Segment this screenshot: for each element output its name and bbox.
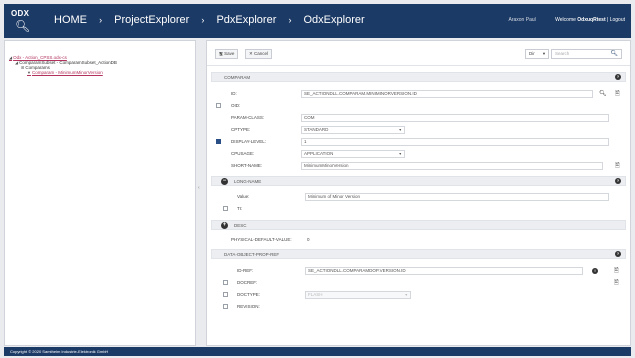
search-input[interactable]: Search 🔍︎ bbox=[551, 49, 622, 59]
edit-icon[interactable]: 🖹︎ bbox=[614, 268, 619, 274]
doctype-checkbox[interactable] bbox=[223, 292, 228, 297]
display-level-field[interactable]: 1 bbox=[301, 138, 609, 146]
breadcrumb-project-explorer[interactable]: ProjectExplorer bbox=[114, 14, 189, 26]
physical-default-value: 0 bbox=[307, 237, 310, 242]
cpusage-label: CPUSAGE: bbox=[231, 151, 255, 156]
long-name-value-label: Value: bbox=[237, 194, 250, 199]
docref-label: DOCREF: bbox=[237, 280, 258, 285]
edit-icon[interactable]: 🖹︎ bbox=[614, 280, 619, 286]
app-logo[interactable]: ODX 🔍︎ bbox=[11, 9, 33, 35]
ti-checkbox[interactable] bbox=[223, 206, 228, 211]
tree-item-label: Comparam - MinimumMinorVersion bbox=[31, 70, 103, 75]
welcome-user: OdxuqRtest bbox=[577, 17, 606, 23]
search-icon[interactable]: 🔍︎ bbox=[610, 50, 618, 58]
physical-default-value-label: PHYSICAL-DEFAULT-VALUE: bbox=[231, 237, 292, 242]
short-name-field[interactable]: MinimumMinorVersion bbox=[301, 162, 603, 170]
add-icon[interactable]: + bbox=[221, 222, 228, 229]
footer: Copyright © 2020 Samtheim Industrie-Elek… bbox=[4, 347, 631, 356]
details-panel: 🖫︎ Save ✕ Cancel Dir ▼ Search 🔍︎ COMPARA… bbox=[206, 40, 631, 346]
panel-splitter[interactable]: ‹ bbox=[197, 40, 205, 346]
revision-label: REVISION: bbox=[237, 304, 260, 309]
edit-icon[interactable]: 🖹︎ bbox=[615, 163, 620, 169]
id-label: ID: bbox=[231, 91, 237, 96]
odx-explorer-page: ODX 🔍︎ HOME › ProjectExplorer › PdxExplo… bbox=[0, 0, 635, 358]
oid-checkbox[interactable] bbox=[216, 103, 221, 108]
username: Araxon Paul bbox=[508, 17, 536, 23]
remove-icon[interactable]: − bbox=[221, 178, 228, 185]
desc-section-header[interactable]: + DESC bbox=[211, 220, 626, 230]
cpusage-value: APPLICATION bbox=[304, 151, 334, 156]
doctype-select[interactable]: FLASH ▼ bbox=[305, 291, 411, 299]
display-level-checkbox[interactable] bbox=[216, 139, 221, 144]
short-name-label: SHORT-NAME: bbox=[231, 163, 263, 168]
cancel-button[interactable]: ✕ Cancel bbox=[245, 49, 273, 59]
help-icon[interactable]: ? bbox=[615, 74, 621, 80]
id-ref-label: ID-REF: bbox=[237, 268, 254, 273]
chevron-left-icon[interactable]: ‹ bbox=[198, 185, 200, 191]
breadcrumb-odx-explorer[interactable]: OdxExplorer bbox=[304, 14, 365, 26]
breadcrumb-separator-icon: › bbox=[201, 15, 205, 25]
filter-select-value: Dir bbox=[529, 51, 535, 56]
breadcrumb-separator-icon: › bbox=[288, 15, 292, 25]
section-title: DESC bbox=[234, 223, 247, 228]
top-header: ODX 🔍︎ HOME › ProjectExplorer › PdxExplo… bbox=[4, 4, 631, 38]
display-level-label: DISPLAY-LEVEL: bbox=[231, 139, 267, 144]
revision-checkbox[interactable] bbox=[223, 304, 228, 309]
cptype-label: CPTYPE: bbox=[231, 127, 251, 132]
data-object-prop-ref-section-header[interactable]: DATA-OBJECT-PROP-REF ? bbox=[211, 249, 626, 259]
long-name-section-header[interactable]: − LONG-NAME ? bbox=[211, 176, 626, 186]
search-icon[interactable]: 🔍︎ bbox=[599, 91, 607, 97]
chevron-down-icon: ▼ bbox=[398, 128, 402, 132]
expand-twisty-icon[interactable]: ⊞ bbox=[21, 65, 24, 70]
ti-label: TI: bbox=[237, 206, 243, 211]
info-icon[interactable]: ! bbox=[592, 268, 598, 274]
param-class-field[interactable]: COM bbox=[301, 114, 609, 122]
doctype-value: FLASH bbox=[308, 292, 323, 297]
cptype-select[interactable]: STANDARD ▼ bbox=[301, 126, 405, 134]
collapse-twisty-icon[interactable]: ◢ bbox=[15, 60, 18, 65]
help-icon[interactable]: ? bbox=[615, 251, 621, 257]
save-button[interactable]: 🖫︎ Save bbox=[215, 49, 239, 59]
docref-checkbox[interactable] bbox=[223, 280, 228, 285]
cpusage-select[interactable]: APPLICATION ▼ bbox=[301, 150, 405, 158]
copyright-text: Copyright © 2020 Samtheim Industrie-Elek… bbox=[10, 349, 109, 354]
chevron-down-icon: ▼ bbox=[398, 152, 402, 156]
chevron-down-icon: ▼ bbox=[542, 51, 546, 56]
search-placeholder: Search bbox=[555, 51, 570, 56]
breadcrumb-separator-icon: › bbox=[99, 15, 103, 25]
help-icon[interactable]: ? bbox=[615, 178, 621, 184]
tree-item-comparam-selected[interactable]: ▼Comparam - MinimumMinorVersion bbox=[27, 70, 103, 75]
section-title: LONG-NAME bbox=[234, 179, 262, 184]
odx-tree-panel: ◢Odx - Action_CPSS.odx-cs ◢ComparamSubse… bbox=[4, 40, 196, 346]
breadcrumb-pdx-explorer[interactable]: PdxExplorer bbox=[216, 14, 276, 26]
user-info: Araxon Paul Welcome OdxuqRtest | Logout bbox=[509, 17, 626, 23]
breadcrumb: HOME › ProjectExplorer › PdxExplorer › O… bbox=[54, 14, 365, 26]
save-icon: 🖫︎ bbox=[219, 51, 223, 56]
section-title: DATA-OBJECT-PROP-REF bbox=[224, 252, 280, 257]
param-class-label: PARAM-CLASS: bbox=[231, 115, 265, 120]
section-title: COMPARAM bbox=[224, 75, 251, 80]
collapse-twisty-icon[interactable]: ◢ bbox=[9, 55, 12, 60]
logo-text: ODX bbox=[11, 9, 30, 18]
filter-select[interactable]: Dir ▼ bbox=[525, 49, 549, 59]
search-icon: 🔍︎ bbox=[15, 19, 31, 33]
doctype-label: DOCTYPE: bbox=[237, 292, 261, 297]
long-name-value-field[interactable]: Minimum of Minor Version bbox=[305, 193, 609, 201]
oid-label: OID: bbox=[231, 103, 241, 108]
comparam-section-header[interactable]: COMPARAM ? bbox=[211, 72, 626, 82]
cptype-value: STANDARD bbox=[304, 127, 329, 132]
chevron-down-icon[interactable]: ▼ bbox=[27, 70, 31, 75]
save-button-label: Save bbox=[224, 51, 235, 56]
cancel-button-label: Cancel bbox=[254, 51, 269, 56]
welcome-prefix: Welcome bbox=[555, 17, 576, 23]
id-ref-field[interactable]: SE_ACTIONDLL.COMPARAMDOP.VERSION.ID bbox=[305, 267, 583, 275]
toolbar: 🖫︎ Save ✕ Cancel Dir ▼ Search 🔍︎ bbox=[207, 41, 630, 66]
breadcrumb-home[interactable]: HOME bbox=[54, 14, 87, 26]
edit-icon[interactable]: 🖹︎ bbox=[615, 91, 620, 97]
chevron-down-icon: ▼ bbox=[404, 293, 408, 297]
id-field[interactable]: SE_ACTIONDLL.COMPARAM.MINIMINORVERSION.I… bbox=[301, 90, 593, 98]
close-icon: ✕ bbox=[249, 51, 253, 56]
logout-link[interactable]: | Logout bbox=[607, 17, 625, 23]
